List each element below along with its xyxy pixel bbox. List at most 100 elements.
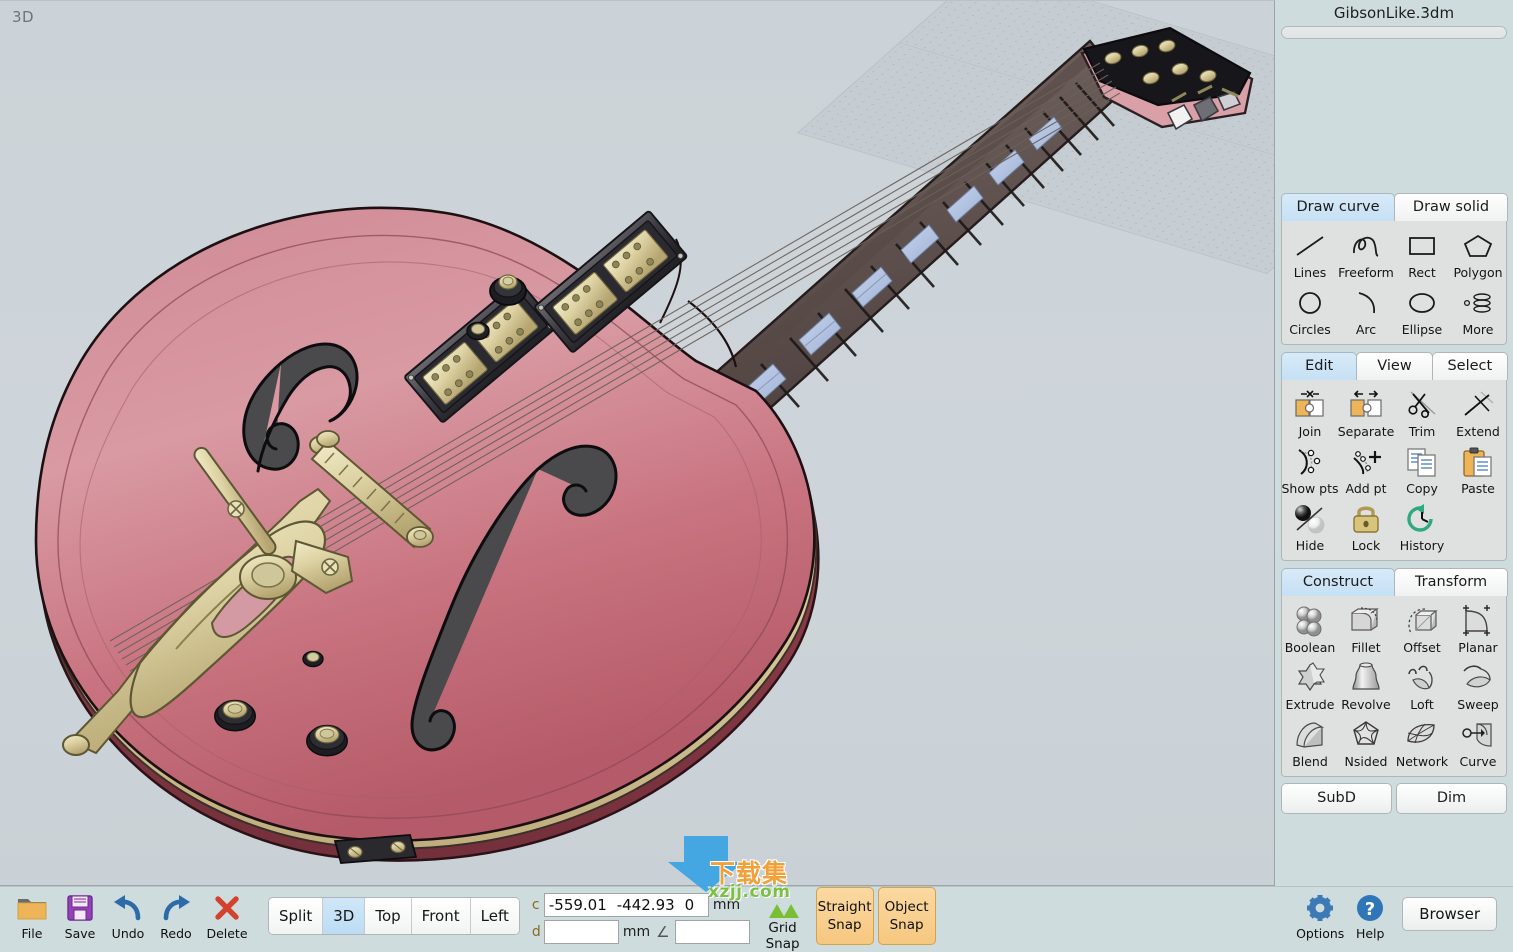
tool-extrude[interactable]: Extrude (1282, 657, 1338, 714)
tool-add-pt[interactable]: Add pt (1338, 441, 1394, 498)
view-3d-button[interactable]: 3D (323, 898, 365, 934)
tool-fillet[interactable]: Fillet (1338, 600, 1394, 657)
padlock-icon (1344, 501, 1388, 537)
tool-revolve[interactable]: Revolve (1338, 657, 1394, 714)
folder-icon (16, 891, 48, 925)
tool-label: Rect (1408, 265, 1436, 280)
angle-input[interactable] (675, 920, 750, 944)
history-clock-icon (1400, 501, 1444, 537)
delete-label: Delete (206, 926, 247, 941)
tool-separate[interactable]: Separate (1338, 384, 1394, 441)
straight-snap-button[interactable]: Straight Snap (816, 887, 874, 945)
undo-button[interactable]: Undo (104, 887, 152, 941)
coord-z-value: 0 (685, 896, 695, 914)
right-tool-panel[interactable]: GibsonLike.3dm Draw curve Draw solid Lin… (1275, 0, 1513, 886)
viewport-label: 3D (12, 8, 34, 26)
tool-network[interactable]: Network (1394, 714, 1450, 771)
viewport-3d[interactable]: 3D (0, 0, 1275, 886)
view-left-button[interactable]: Left (471, 898, 519, 934)
browser-button[interactable]: Browser (1402, 897, 1497, 931)
help-button[interactable]: ? Help (1348, 887, 1392, 941)
tool-sweep[interactable]: Sweep (1450, 657, 1506, 714)
tool-boolean[interactable]: Boolean (1282, 600, 1338, 657)
straight-snap-label-2: Snap (828, 916, 862, 934)
coord-d-prefix: d (532, 924, 544, 940)
tool-curve[interactable]: Curve (1450, 714, 1506, 771)
tool-polygon[interactable]: Polygon (1450, 225, 1506, 282)
subd-button[interactable]: SubD (1281, 783, 1392, 814)
coordinate-entry[interactable]: c -559.01 -442.93 0 mm d mm ∠ (532, 893, 750, 944)
small-stud (303, 652, 323, 667)
tab-transform[interactable]: Transform (1394, 568, 1508, 596)
tool-paste[interactable]: Paste (1450, 441, 1506, 498)
redo-label: Redo (160, 926, 191, 941)
tool-label: Extrude (1286, 697, 1335, 712)
tab-construct[interactable]: Construct (1281, 568, 1395, 596)
tool-extend[interactable]: Extend (1450, 384, 1506, 441)
tool-loft[interactable]: Loft (1394, 657, 1450, 714)
tool-planar[interactable]: Planar (1450, 600, 1506, 657)
tool-trim[interactable]: Trim (1394, 384, 1450, 441)
dim-button[interactable]: Dim (1396, 783, 1507, 814)
tool-rect[interactable]: Rect (1394, 225, 1450, 282)
edit-tab-row[interactable]: Edit View Select (1281, 352, 1507, 380)
tool-label: Copy (1406, 481, 1438, 496)
file-button[interactable]: File (8, 887, 56, 941)
tool-hide[interactable]: Hide (1282, 498, 1338, 555)
tool-history[interactable]: History (1394, 498, 1450, 555)
polygon-icon (1456, 228, 1500, 264)
tool-copy[interactable]: Copy (1394, 441, 1450, 498)
tab-edit[interactable]: Edit (1281, 352, 1357, 380)
tool-lines[interactable]: Lines (1282, 225, 1338, 282)
tool-circles[interactable]: Circles (1282, 282, 1338, 339)
curve-from-surface-icon (1456, 717, 1500, 753)
document-scrollbar[interactable] (1281, 26, 1507, 39)
extra-button-row[interactable]: SubD Dim (1281, 783, 1507, 814)
tool-ellipse[interactable]: Ellipse (1394, 282, 1450, 339)
grid-snap-label-1: Grid (768, 920, 796, 936)
options-button[interactable]: Options (1292, 887, 1348, 941)
draw-tab-row[interactable]: Draw curve Draw solid (1281, 193, 1507, 221)
circle-icon (1288, 285, 1332, 321)
neck-pickup-stud (467, 323, 489, 340)
view-front-button[interactable]: Front (412, 898, 471, 934)
save-button[interactable]: Save (56, 887, 104, 941)
redo-button[interactable]: Redo (152, 887, 200, 941)
object-snap-button[interactable]: Object Snap (878, 887, 936, 945)
tool-label: Freeform (1338, 265, 1394, 280)
tool-nsided[interactable]: Nsided (1338, 714, 1394, 771)
distance-input[interactable] (544, 920, 619, 944)
control-knob-2 (307, 725, 347, 755)
construct-tab-row[interactable]: Construct Transform (1281, 568, 1507, 596)
tool-lock[interactable]: Lock (1338, 498, 1394, 555)
delete-button[interactable]: Delete (200, 887, 254, 941)
help-label: Help (1356, 926, 1385, 941)
tool-more[interactable]: More (1450, 282, 1506, 339)
freeform-curve-icon (1344, 228, 1388, 264)
grid-snap-icon (757, 890, 809, 920)
view-button-group[interactable]: Split 3D Top Front Left (268, 897, 520, 935)
tool-arc[interactable]: Arc (1338, 282, 1394, 339)
grid-snap-button[interactable]: Grid Snap (754, 887, 812, 952)
tab-view[interactable]: View (1356, 352, 1432, 380)
view-split-button[interactable]: Split (269, 898, 323, 934)
tool-join[interactable]: Join (1282, 384, 1338, 441)
tab-draw-curve[interactable]: Draw curve (1281, 193, 1395, 221)
tool-label: Nsided (1345, 754, 1388, 769)
helix-more-icon (1456, 285, 1500, 321)
tab-select[interactable]: Select (1432, 352, 1508, 380)
tab-draw-solid[interactable]: Draw solid (1394, 193, 1508, 221)
guitar-3d-model[interactable] (0, 1, 1274, 885)
tool-label: Network (1396, 754, 1448, 769)
snap-controls[interactable]: Grid Snap Straight Snap Object Snap (754, 887, 936, 952)
bottom-toolbar[interactable]: File Save Un (0, 886, 1513, 952)
tool-label: Blend (1292, 754, 1328, 769)
tool-offset[interactable]: Offset (1394, 600, 1450, 657)
boolean-spheres-icon (1288, 603, 1332, 639)
tool-show-pts[interactable]: Show pts (1282, 441, 1338, 498)
redo-arrow-icon (159, 891, 193, 925)
tool-freeform[interactable]: Freeform (1338, 225, 1394, 282)
view-top-button[interactable]: Top (365, 898, 411, 934)
coordinate-xyz-input[interactable]: -559.01 -442.93 0 (544, 893, 709, 917)
tool-blend[interactable]: Blend (1282, 714, 1338, 771)
